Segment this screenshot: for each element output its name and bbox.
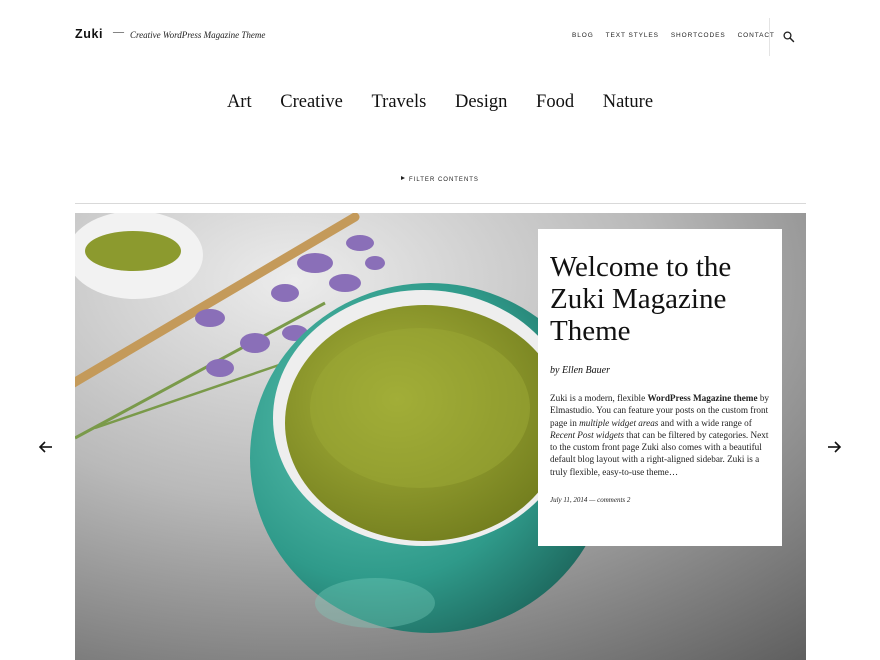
filter-contents-toggle[interactable]: FILTER CONTENTS [0,176,880,183]
excerpt-bold-1: WordPress Magazine theme [647,393,758,403]
slider-prev-button[interactable] [37,438,55,456]
excerpt-italic-1: multiple widget areas [579,417,659,428]
site-header: Zuki — Creative WordPress Magazine Theme… [0,0,880,72]
excerpt-text-3: and with a wide range of [658,417,752,428]
excerpt-text-1: Zuki is a modern, flexible [550,393,648,403]
post-author[interactable]: by Ellen Bauer [550,365,770,376]
featured-post-title[interactable]: Welcome to the Zuki Magazine Theme [550,251,770,347]
nav-item-blog[interactable]: BLOG [572,32,594,39]
divider [75,203,806,204]
category-travels[interactable]: Travels [372,92,427,113]
category-art[interactable]: Art [227,92,252,113]
featured-post-card: Welcome to the Zuki Magazine Theme by El… [538,229,782,546]
excerpt-italic-2: Recent Post widgets [550,429,624,440]
filter-label: FILTER CONTENTS [409,177,479,183]
post-excerpt: Zuki is a modern, flexible WordPress Mag… [550,392,770,478]
site-tagline: Creative WordPress Magazine Theme [130,30,266,40]
category-design[interactable]: Design [455,92,507,113]
category-food[interactable]: Food [536,92,574,113]
top-nav: BLOG TEXT STYLES SHORTCODES CONTACT [572,32,787,39]
category-nav: Art Creative Travels Design Food Nature [0,92,880,113]
triangle-right-icon [401,176,406,181]
nav-item-text-styles[interactable]: TEXT STYLES [606,32,659,39]
post-meta: July 11, 2014 — comments 2 [550,496,770,504]
nav-item-shortcodes[interactable]: SHORTCODES [671,32,726,39]
meta-separator: — [589,496,596,505]
category-nature[interactable]: Nature [603,92,653,113]
nav-divider [769,18,770,56]
arrow-left-icon [38,441,52,453]
slider-next-button[interactable] [825,438,843,456]
post-date[interactable]: July 11, 2014 [550,496,587,504]
search-button[interactable] [782,30,796,44]
site-logo[interactable]: Zuki [75,27,103,41]
search-icon [783,31,795,43]
tagline-dash: — [113,26,124,38]
category-creative[interactable]: Creative [280,92,343,113]
arrow-right-icon [828,441,842,453]
post-comments-link[interactable]: comments 2 [597,496,630,504]
